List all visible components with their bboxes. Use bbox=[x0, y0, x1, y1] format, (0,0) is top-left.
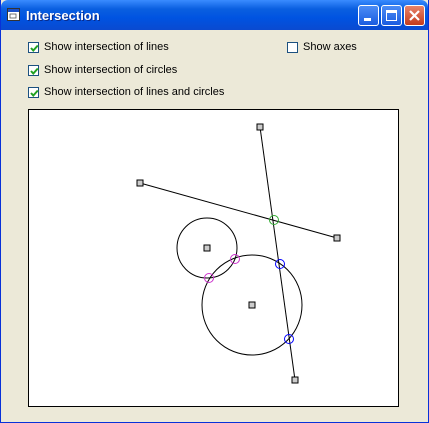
app-icon bbox=[7, 8, 20, 21]
checkmark-icon bbox=[30, 89, 39, 97]
line-1-end-handle[interactable] bbox=[333, 234, 341, 242]
line-1-start-handle[interactable] bbox=[136, 179, 144, 187]
checkbox-box[interactable] bbox=[28, 65, 39, 76]
line-1 bbox=[139, 182, 338, 239]
title-bar[interactable]: Intersection bbox=[1, 0, 428, 30]
checkbox-box[interactable] bbox=[28, 42, 39, 53]
checkbox-label: Show intersection of lines and circles bbox=[44, 86, 225, 98]
close-button[interactable] bbox=[404, 5, 425, 26]
line-2-end-handle[interactable] bbox=[291, 376, 299, 384]
checkmark-icon bbox=[30, 67, 39, 75]
checkbox-lines-intersection[interactable]: Show intersection of lines bbox=[28, 40, 228, 56]
checkbox-show-axes[interactable]: Show axes bbox=[287, 40, 377, 56]
intersection-window: Intersection Show intersection of lines bbox=[0, 0, 429, 423]
checkbox-box[interactable] bbox=[28, 87, 39, 98]
checkbox-lines-circles-intersection[interactable]: Show intersection of lines and circles bbox=[28, 85, 248, 101]
close-icon bbox=[409, 10, 420, 21]
minimize-icon bbox=[364, 18, 371, 21]
maximize-button[interactable] bbox=[381, 5, 402, 26]
checkbox-label: Show intersection of circles bbox=[44, 64, 178, 76]
maximize-icon bbox=[386, 10, 397, 21]
line-2 bbox=[259, 126, 296, 381]
geometry-drawing bbox=[136, 123, 341, 384]
drawing-canvas[interactable] bbox=[28, 109, 399, 407]
checkbox-circles-intersection[interactable]: Show intersection of circles bbox=[28, 63, 228, 79]
large-circle-center-handle[interactable] bbox=[248, 301, 256, 309]
checkbox-box[interactable] bbox=[287, 42, 298, 53]
line-2-start-handle[interactable] bbox=[256, 123, 264, 131]
small-circle-center-handle[interactable] bbox=[203, 244, 211, 252]
minimize-button[interactable] bbox=[358, 5, 379, 26]
window-title: Intersection bbox=[26, 8, 100, 23]
checkmark-icon bbox=[30, 44, 39, 52]
checkbox-label: Show axes bbox=[303, 41, 357, 53]
checkbox-label: Show intersection of lines bbox=[44, 41, 169, 53]
